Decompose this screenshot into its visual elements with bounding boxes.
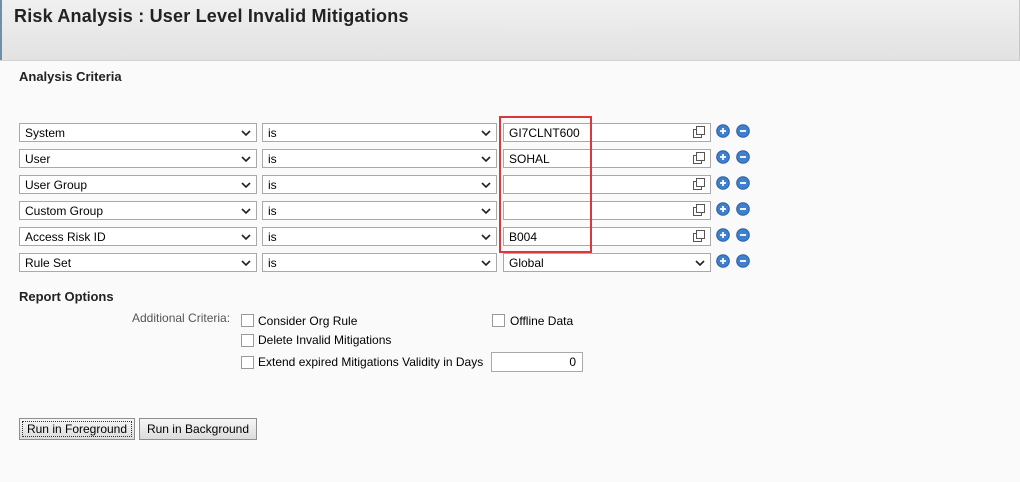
chevron-down-icon [241,260,251,267]
value-help-icon[interactable] [693,204,706,217]
field-select-access-risk-id[interactable]: Access Risk ID [19,227,257,246]
report-options-heading: Report Options [19,289,114,304]
value-help-icon[interactable] [693,126,706,139]
field-select-label: Access Risk ID [25,230,106,244]
minus-circle-icon[interactable] [736,124,750,138]
operator-select-label: is [268,204,277,218]
operator-select-user-group[interactable]: is [262,175,497,194]
extend-expired-checkbox[interactable] [241,356,254,369]
value-select-label: Global [509,256,544,270]
extend-expired-label: Extend expired Mitigations Validity in D… [258,355,484,369]
plus-circle-icon[interactable] [716,202,730,216]
minus-circle-icon[interactable] [736,254,750,268]
field-select-label: Custom Group [25,204,104,218]
delete-invalid-mitigations-label: Delete Invalid Mitigations [258,333,392,347]
offline-data-checkbox[interactable] [492,314,505,327]
minus-circle-icon[interactable] [736,176,750,190]
offline-data-label: Offline Data [510,314,574,328]
highlight-annotation-box [499,116,592,253]
run-in-background-button[interactable]: Run in Background [139,418,257,440]
analysis-criteria-heading: Analysis Criteria [19,69,122,84]
minus-circle-icon[interactable] [736,150,750,164]
minus-circle-icon[interactable] [736,202,750,216]
value-help-icon[interactable] [693,230,706,243]
chevron-down-icon [481,182,491,189]
extend-days-input[interactable]: 0 [491,352,583,372]
consider-org-rule-label: Consider Org Rule [258,314,358,328]
plus-circle-icon[interactable] [716,124,730,138]
minus-circle-icon[interactable] [736,228,750,242]
additional-criteria-label: Additional Criteria: [132,311,231,325]
chevron-down-icon [481,208,491,215]
header-accent-bar [0,0,2,60]
field-select-rule-set[interactable]: Rule Set [19,253,257,272]
operator-select-label: is [268,256,277,270]
operator-select-system[interactable]: is [262,123,497,142]
operator-select-label: is [268,230,277,244]
delete-invalid-mitigations-checkbox[interactable] [241,334,254,347]
plus-circle-icon[interactable] [716,176,730,190]
field-select-user[interactable]: User [19,149,257,168]
chevron-down-icon [241,182,251,189]
plus-circle-icon[interactable] [716,228,730,242]
chevron-down-icon [695,260,705,267]
field-select-label: System [25,126,66,140]
operator-select-label: is [268,152,277,166]
field-select-label: User Group [25,178,88,192]
chevron-down-icon [241,234,251,241]
operator-select-rule-set[interactable]: is [262,253,497,272]
extend-days-value: 0 [569,355,576,369]
operator-select-label: is [268,178,277,192]
chevron-down-icon [481,260,491,267]
plus-circle-icon[interactable] [716,150,730,164]
consider-org-rule-checkbox[interactable] [241,314,254,327]
operator-select-user[interactable]: is [262,149,497,168]
chevron-down-icon [241,208,251,215]
field-select-label: Rule Set [25,256,72,270]
chevron-down-icon [241,130,251,137]
plus-circle-icon[interactable] [716,254,730,268]
run-in-foreground-button[interactable]: Run in Foreground [19,418,135,440]
field-select-label: User [25,152,51,166]
value-select-rule-set[interactable]: Global [503,253,711,272]
page-title: Risk Analysis : User Level Invalid Mitig… [14,6,409,26]
operator-select-label: is [268,126,277,140]
page-header: Risk Analysis : User Level Invalid Mitig… [0,0,1020,61]
operator-select-custom-group[interactable]: is [262,201,497,220]
field-select-custom-group[interactable]: Custom Group [19,201,257,220]
value-help-icon[interactable] [693,152,706,165]
field-select-system[interactable]: System [19,123,257,142]
value-help-icon[interactable] [693,178,706,191]
field-select-user-group[interactable]: User Group [19,175,257,194]
chevron-down-icon [481,156,491,163]
chevron-down-icon [241,156,251,163]
operator-select-access-risk-id[interactable]: is [262,227,497,246]
chevron-down-icon [481,234,491,241]
chevron-down-icon [481,130,491,137]
